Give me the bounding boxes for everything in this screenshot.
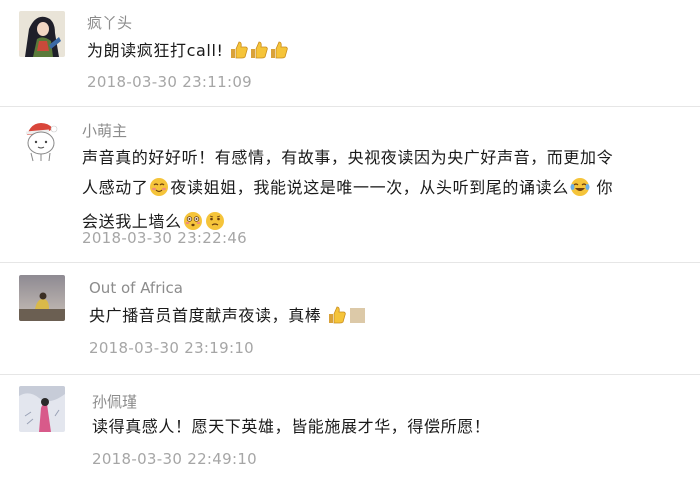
- avatar[interactable]: [19, 386, 65, 432]
- comment-nickname: Out of Africa: [89, 279, 183, 297]
- comment-text-fragment: 人感动了: [82, 178, 149, 197]
- comment-item: Out of Africa 央广播音员首度献声夜读，真棒 2018-03-30 …: [0, 263, 700, 375]
- avatar[interactable]: [19, 275, 65, 321]
- thumbs-up-icon: [249, 40, 269, 60]
- comment-text-fragment: 你: [596, 178, 614, 197]
- comment-text-body: 读得真感人！愿天下英雄，皆能施展才华，得偿所愿！: [92, 417, 491, 436]
- comment-timestamp: 2018-03-30 23:11:09: [87, 73, 253, 91]
- comment-text: 央广播音员首度献声夜读，真棒: [89, 301, 669, 331]
- comment-text-body: 央广播音员首度献声夜读，真棒: [89, 306, 322, 325]
- comment-text-line: 声音真的好好听！有感情，有故事，央视夜读因为央广好声音，而更加令: [82, 148, 614, 167]
- thumbs-up-icon: [327, 305, 347, 325]
- comment-nickname: 疯丫头: [87, 14, 133, 32]
- blush-emoji-icon: [149, 177, 169, 207]
- comment-text: 读得真感人！愿天下英雄，皆能施展才华，得偿所愿！: [92, 412, 672, 442]
- avatar[interactable]: [19, 117, 65, 163]
- comment-timestamp: 2018-03-30 23:22:46: [82, 229, 248, 247]
- comment-text-line: 人感动了 夜读姐姐，我能说这是唯一一次，从头听到尾的诵读么 你: [82, 173, 682, 207]
- comment-timestamp: 2018-03-30 22:49:10: [92, 450, 258, 468]
- comment-nickname: 孙佩瑾: [92, 393, 138, 411]
- thumbs-up-icon: [229, 40, 249, 60]
- comment-item: 小萌主 声音真的好好听！有感情，有故事，央视夜读因为央广好声音，而更加令 人感动…: [0, 107, 700, 263]
- comment-text: 为朗读疯狂打call!: [87, 36, 667, 66]
- comment-text-fragment: 夜读姐姐，我能说这是唯一一次，从头听到尾的诵读么: [170, 178, 569, 197]
- comment-item: 孙佩瑾 读得真感人！愿天下英雄，皆能施展才华，得偿所愿！ 2018-03-30 …: [0, 375, 700, 493]
- avatar[interactable]: [19, 11, 65, 57]
- comment-timestamp: 2018-03-30 23:19:10: [89, 339, 255, 357]
- thumbs-up-icon: [269, 40, 289, 60]
- comment-nickname: 小萌主: [82, 122, 128, 140]
- comment-text: 声音真的好好听！有感情，有故事，央视夜读因为央广好声音，而更加令 人感动了 夜读姐…: [82, 143, 682, 241]
- comment-item: 疯丫头 为朗读疯狂打call! 2018-03-30 23:11:09: [0, 0, 700, 107]
- comment-text-body: 为朗读疯狂打call!: [87, 41, 224, 60]
- tears-of-joy-emoji-icon: [570, 177, 590, 207]
- broken-emoji-icon: [350, 308, 366, 323]
